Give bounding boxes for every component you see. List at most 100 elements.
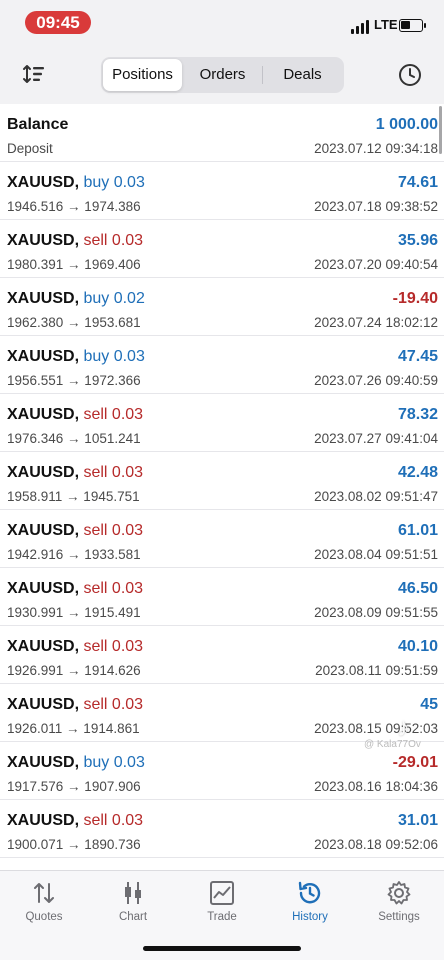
tab-deals[interactable]: Deals: [263, 59, 342, 91]
trade-row[interactable]: XAUUSD, sell 0.03 1930.991 → 1915.491 46.5…: [0, 568, 444, 626]
tab-positions[interactable]: Positions: [103, 59, 182, 91]
trade-direction: sell 0.03: [83, 812, 144, 829]
trade-row[interactable]: XAUUSD, buy 0.03 1946.516 → 1974.386 74.61…: [0, 162, 444, 220]
trade-row[interactable]: XAUUSD, buy 0.03 1956.551 → 1972.366 47.45…: [0, 336, 444, 394]
status-time: 09:45: [25, 11, 91, 34]
trade-chart-icon: [210, 881, 234, 905]
balance-title: Balance: [7, 116, 69, 133]
quotes-arrows-icon: [34, 883, 54, 903]
trade-symbol: XAUUSD,: [7, 812, 80, 829]
gear-icon: [387, 881, 411, 905]
trade-symbol: XAUUSD,: [7, 348, 80, 365]
trade-direction: buy 0.02: [83, 290, 145, 307]
trade-profit: 42.48: [397, 464, 438, 481]
trade-time: 2023.08.09 09:51:55: [314, 605, 438, 620]
trade-time: 2023.07.24 18:02:12: [314, 315, 438, 330]
trade-direction: sell 0.03: [83, 696, 144, 713]
balance-subtitle: Deposit: [7, 141, 53, 156]
trade-direction: sell 0.03: [83, 464, 144, 481]
trade-direction: sell 0.03: [83, 232, 144, 249]
trade-direction: sell 0.03: [83, 580, 144, 597]
status-bar: 09:45 LTE: [0, 0, 444, 46]
tab-label: History: [292, 911, 328, 923]
trade-time: 2023.08.04 09:51:51: [314, 547, 438, 562]
trade-prices: 1958.911 → 1945.751: [7, 489, 140, 504]
trade-profit: -19.40: [392, 290, 438, 307]
trade-profit: 46.50: [397, 580, 438, 597]
tab-label: Chart: [118, 911, 148, 923]
trade-title: XAUUSD, buy 0.02: [7, 290, 145, 308]
trade-row[interactable]: XAUUSD, sell 0.03 1958.911 → 1945.751 42.4…: [0, 452, 444, 510]
tab-orders[interactable]: Orders: [183, 59, 262, 91]
trade-row[interactable]: XAUUSD, buy 0.02 1962.380 → 1953.681 -19.4…: [0, 278, 444, 336]
trade-title: XAUUSD, sell 0.03: [7, 406, 143, 424]
tab-history[interactable]: History: [266, 880, 354, 928]
trade-prices: 1917.576 → 1907.906: [7, 779, 141, 794]
trade-title: XAUUSD, sell 0.03: [7, 232, 143, 250]
trade-profit: 45: [420, 696, 438, 713]
trade-symbol: XAUUSD,: [7, 232, 80, 249]
balance-amount: 1 000.00: [375, 116, 438, 133]
trade-title: XAUUSD, buy 0.03: [7, 348, 145, 366]
trade-row[interactable]: XAUUSD, sell 0.03 1942.916 → 1933.581 61.0…: [0, 510, 444, 568]
trade-direction: sell 0.03: [83, 406, 144, 423]
trade-prices: 1926.991 → 1914.626: [7, 663, 141, 678]
trade-row[interactable]: XAUUSD, sell 0.03 1926.991 → 1914.626 40.1…: [0, 626, 444, 684]
trade-prices: 1926.011 → 1914.861: [7, 721, 140, 736]
trade-title: XAUUSD, sell 0.03: [7, 696, 143, 714]
battery-icon: [399, 19, 426, 32]
clock-icon[interactable]: [398, 63, 422, 87]
trade-time: 2023.07.20 09:40:54: [314, 257, 438, 272]
trade-row[interactable]: XAUUSD, buy 0.03 1917.576 → 1907.906 -29.0…: [0, 742, 444, 800]
trade-row[interactable]: XAUUSD, sell 0.03 1900.071 → 1890.736 31.0…: [0, 800, 444, 858]
trade-symbol: XAUUSD,: [7, 464, 80, 481]
history-list[interactable]: Balance Deposit 1 000.00 2023.07.12 09:3…: [0, 104, 444, 870]
trade-profit: 78.32: [397, 406, 438, 423]
tab-label: Quotes: [25, 911, 63, 923]
history-clock-icon: [298, 881, 321, 904]
trade-title: XAUUSD, sell 0.03: [7, 522, 143, 540]
trade-time: 2023.07.18 09:38:52: [314, 199, 438, 214]
trade-time: 2023.08.16 18:04:36: [314, 779, 438, 794]
trade-symbol: XAUUSD,: [7, 406, 80, 423]
trade-symbol: XAUUSD,: [7, 290, 80, 307]
trade-prices: 1956.551 → 1972.366: [7, 373, 141, 388]
tab-settings[interactable]: Settings: [355, 880, 443, 928]
trade-time: 2023.08.02 09:51:47: [314, 489, 438, 504]
trade-profit: 40.10: [397, 638, 438, 655]
top-toolbar: Positions Orders Deals: [0, 46, 444, 104]
trade-symbol: XAUUSD,: [7, 174, 80, 191]
trade-direction: sell 0.03: [83, 638, 144, 655]
tab-chart[interactable]: Chart: [89, 880, 177, 928]
trade-row[interactable]: XAUUSD, sell 0.03 1926.011 → 1914.861 45 20…: [0, 684, 444, 742]
balance-row[interactable]: Balance Deposit 1 000.00 2023.07.12 09:3…: [0, 104, 444, 162]
trade-row[interactable]: XAUUSD, sell 0.03 1976.346 → 1051.241 78.3…: [0, 394, 444, 452]
history-filter-segmented-control: Positions Orders Deals: [101, 57, 344, 93]
trade-prices: 1962.380 → 1953.681: [7, 315, 141, 330]
trade-direction: buy 0.03: [83, 754, 145, 771]
trade-symbol: XAUUSD,: [7, 580, 80, 597]
trade-title: XAUUSD, sell 0.03: [7, 464, 143, 482]
trade-row[interactable]: XAUUSD, sell 0.03 1980.391 → 1969.406 35.9…: [0, 220, 444, 278]
tab-label: Settings: [378, 911, 420, 923]
trade-direction: buy 0.03: [83, 174, 145, 191]
trade-time: 2023.07.26 09:40:59: [314, 373, 438, 388]
trade-title: XAUUSD, sell 0.03: [7, 580, 143, 598]
tab-label: Trade: [207, 911, 237, 923]
trade-symbol: XAUUSD,: [7, 638, 80, 655]
trade-time: 2023.08.15 09:52:03: [314, 721, 438, 736]
trade-symbol: XAUUSD,: [7, 696, 80, 713]
tab-trade[interactable]: Trade: [178, 880, 266, 928]
trade-direction: buy 0.03: [83, 348, 145, 365]
home-indicator: [143, 946, 301, 951]
trade-direction: sell 0.03: [83, 522, 144, 539]
trade-title: XAUUSD, buy 0.03: [7, 754, 145, 772]
cellular-signal-icon: [351, 20, 371, 34]
sort-icon[interactable]: [22, 63, 46, 85]
trade-time: 2023.08.18 09:52:06: [314, 837, 438, 852]
candlestick-chart-icon: [125, 882, 141, 904]
trade-prices: 1976.346 → 1051.241: [7, 431, 141, 446]
balance-time: 2023.07.12 09:34:18: [314, 141, 438, 156]
tab-quotes[interactable]: Quotes: [0, 880, 88, 928]
trade-profit: 31.01: [397, 812, 438, 829]
